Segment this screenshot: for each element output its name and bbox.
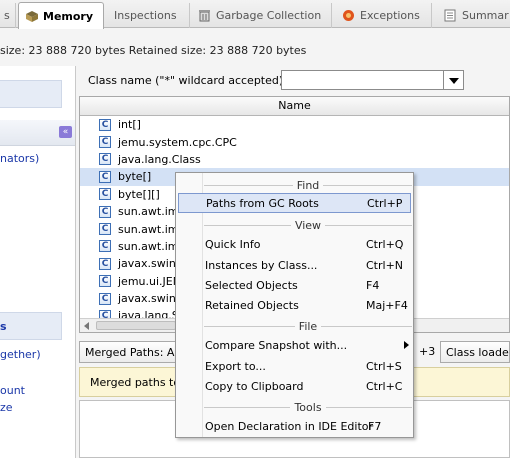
class-name-cell: sun.awt.im — [118, 222, 179, 236]
class-icon: C — [99, 136, 111, 149]
class-icon: C — [99, 188, 111, 201]
sidebar-header-box — [0, 80, 62, 108]
tab-garbage-collection[interactable]: Garbage Collection — [192, 3, 332, 28]
tab-partial[interactable]: s — [0, 3, 16, 28]
scrollbar-thumb[interactable] — [96, 321, 176, 330]
class-name-cell: int[] — [118, 118, 141, 132]
menu-item-retained-objects[interactable]: Retained Objects Maj+F4 — [178, 295, 411, 315]
sidebar-item-selected[interactable]: s — [0, 312, 62, 340]
tab-merged-paths[interactable]: Merged Paths: Alt — [79, 341, 183, 363]
class-icon: C — [99, 275, 111, 288]
class-icon: C — [99, 153, 111, 166]
sidebar: « nators) s gether) ount ze — [0, 66, 76, 458]
sidebar-link-count[interactable]: ount — [0, 384, 25, 397]
tab-label: Summar — [462, 9, 509, 22]
tab-shortcut-label: +3 — [419, 345, 436, 358]
tab-label: Exceptions — [360, 9, 420, 22]
table-row[interactable]: Cjava.lang.Class — [80, 151, 509, 168]
menu-section-view: View — [204, 218, 413, 232]
menu-item-paths-from-gc-roots[interactable]: Paths from GC Roots Ctrl+P — [178, 193, 411, 213]
menu-item-compare-snapshot[interactable]: Compare Snapshot with... — [178, 335, 411, 355]
tab-summary[interactable]: Summar — [438, 3, 510, 28]
class-icon: C — [99, 205, 111, 218]
collapse-icon[interactable]: « — [59, 126, 72, 138]
class-icon: C — [99, 118, 111, 131]
class-name-cell: sun.awt.im — [118, 239, 179, 253]
table-row[interactable]: Cjemu.system.cpc.CPC — [80, 133, 509, 150]
sidebar-link-size[interactable]: ze — [0, 401, 13, 414]
menu-item-selected-objects[interactable]: Selected Objects F4 — [178, 275, 411, 295]
class-icon: C — [99, 292, 111, 305]
class-name-cell: sun.awt.im — [118, 205, 179, 219]
size-summary: size: 23 888 720 bytes Retained size: 23… — [0, 44, 307, 57]
exceptions-icon — [342, 9, 355, 22]
tab-bar: s Memory Inspections Garbage Collection … — [0, 0, 510, 29]
menu-section-tools: Tools — [204, 400, 413, 414]
menu-section-file: File — [204, 319, 413, 333]
class-icon: C — [99, 223, 111, 236]
class-name-cell: jemu.system.cpc.CPC — [118, 135, 237, 149]
tab-class-loaders[interactable]: Class loaders — [440, 341, 510, 363]
sidebar-link-aggregators[interactable]: nators) — [0, 152, 39, 165]
summary-icon — [444, 9, 457, 22]
table-row[interactable]: Cint[] — [80, 116, 509, 133]
sidebar-link-together[interactable]: gether) — [0, 348, 41, 361]
class-name-cell: byte[][] — [118, 187, 160, 201]
class-icon: C — [99, 170, 111, 183]
context-menu: Find Paths from GC Roots Ctrl+P View Qui… — [175, 172, 414, 438]
menu-item-quick-info[interactable]: Quick Info Ctrl+Q — [178, 234, 411, 254]
trash-icon — [198, 9, 211, 22]
class-name-dropdown-button[interactable] — [444, 70, 464, 90]
tab-label: Garbage Collection — [216, 9, 322, 22]
scroll-left-icon[interactable] — [84, 322, 89, 330]
class-name-cell: jemu.ui.JEM — [118, 274, 183, 288]
tab-memory[interactable]: Memory — [18, 2, 104, 29]
class-name-cell: byte[] — [118, 170, 152, 184]
menu-item-instances-by-class[interactable]: Instances by Class... Ctrl+N — [178, 255, 411, 275]
tab-exceptions[interactable]: Exceptions — [336, 3, 432, 28]
memory-icon — [25, 10, 38, 23]
menu-item-copy-to-clipboard[interactable]: Copy to Clipboard Ctrl+C — [178, 376, 411, 396]
menu-item-open-declaration[interactable]: Open Declaration in IDE Editor F7 — [178, 416, 411, 436]
submenu-arrow-icon — [404, 341, 409, 349]
tab-inspections[interactable]: Inspections — [108, 3, 190, 28]
class-icon: C — [99, 257, 111, 270]
tab-label: Inspections — [114, 9, 177, 22]
class-name-cell: javax.swing — [118, 257, 183, 271]
menu-item-export-to[interactable]: Export to... Ctrl+S — [178, 356, 411, 376]
class-name-cell: javax.swing — [118, 292, 183, 306]
class-name-input[interactable] — [281, 70, 444, 90]
column-header-name[interactable]: Name — [80, 97, 509, 116]
class-icon: C — [99, 240, 111, 253]
tab-label: Memory — [43, 9, 94, 23]
menu-section-find: Find — [204, 178, 413, 192]
class-name-cell: java.lang.Class — [118, 152, 201, 166]
sidebar-item-label: s — [0, 320, 7, 333]
class-name-label: Class name ("*" wildcard accepted): — [88, 74, 287, 87]
class-filter-row: Class name ("*" wildcard accepted): — [80, 70, 510, 92]
tab-label: s — [4, 9, 10, 22]
